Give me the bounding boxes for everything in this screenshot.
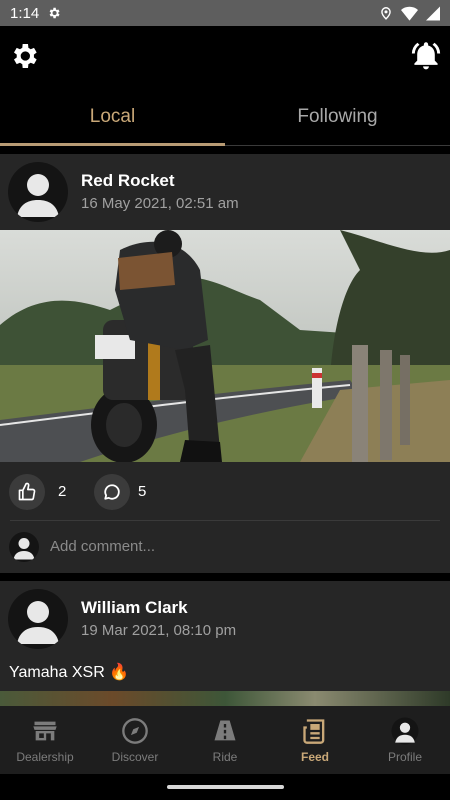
app-bar: [0, 26, 450, 88]
post-photo[interactable]: [0, 230, 450, 462]
post-author[interactable]: William Clark: [81, 598, 188, 618]
feed-list[interactable]: Red Rocket 16 May 2021, 02:51 am 2 5 Add…: [0, 146, 450, 706]
status-time: 1:14: [10, 4, 40, 22]
comment-bubble-icon: [104, 484, 120, 500]
wifi-icon: [401, 6, 418, 21]
notification-bell-icon[interactable]: [410, 40, 442, 72]
nav-label: Ride: [212, 749, 238, 764]
profile-icon: [391, 716, 419, 745]
comment-count: 5: [138, 483, 147, 500]
nav-label: Profile: [387, 749, 422, 764]
store-icon: [33, 721, 57, 740]
post-photo[interactable]: [0, 691, 450, 706]
post-actions: 2 5: [0, 462, 450, 520]
post-caption: Yamaha XSR 🔥: [9, 664, 130, 681]
post-card: William Clark 19 Mar 2021, 08:10 pm Yama…: [0, 581, 450, 706]
compass-icon: [122, 717, 148, 744]
nav-profile[interactable]: Profile: [360, 706, 450, 774]
like-button[interactable]: [9, 474, 45, 510]
nav-dealership[interactable]: Dealership: [0, 706, 90, 774]
motorcycle-rider-image: [0, 230, 450, 462]
like-count: 2: [58, 483, 67, 500]
post-header: William Clark 19 Mar 2021, 08:10 pm: [0, 581, 450, 657]
default-avatar-icon: [17, 601, 59, 644]
comment-row[interactable]: Add comment...: [0, 521, 450, 573]
status-bar: 1:14: [0, 0, 450, 26]
nav-ride[interactable]: Ride: [180, 706, 270, 774]
post-header: Red Rocket 16 May 2021, 02:51 am: [0, 154, 450, 230]
location-icon: [381, 7, 391, 20]
nav-label: Dealership: [16, 749, 74, 764]
nav-label: Discover: [111, 749, 159, 764]
settings-gear-icon[interactable]: [8, 40, 40, 72]
home-indicator[interactable]: [167, 785, 284, 789]
avatar[interactable]: [8, 589, 68, 649]
default-avatar-icon: [17, 174, 59, 217]
nav-feed[interactable]: Feed: [270, 706, 360, 774]
comment-button[interactable]: [94, 474, 130, 510]
signal-icon: [426, 6, 440, 20]
default-avatar-icon: [13, 538, 35, 560]
post-date: 19 Mar 2021, 08:10 pm: [81, 622, 237, 639]
post-card: Red Rocket 16 May 2021, 02:51 am 2 5 Add…: [0, 154, 450, 573]
thumbs-up-icon: [18, 482, 36, 501]
nav-label: Feed: [300, 749, 329, 764]
post-author[interactable]: Red Rocket: [81, 171, 175, 191]
tab-following[interactable]: Following: [225, 88, 450, 145]
settings-status-icon: [49, 7, 60, 19]
avatar: [9, 532, 39, 562]
add-comment-input[interactable]: Add comment...: [50, 538, 155, 555]
bottom-navigation: Dealership Discover Ride Feed Profile: [0, 706, 450, 774]
newspaper-icon: [303, 718, 325, 744]
avatar[interactable]: [8, 162, 68, 222]
road-icon: [214, 720, 236, 740]
nav-discover[interactable]: Discover: [90, 706, 180, 774]
post-date: 16 May 2021, 02:51 am: [81, 195, 239, 212]
tab-local[interactable]: Local: [0, 88, 225, 146]
gesture-bar: [0, 774, 450, 800]
feed-tabs: Local Following: [0, 88, 450, 146]
